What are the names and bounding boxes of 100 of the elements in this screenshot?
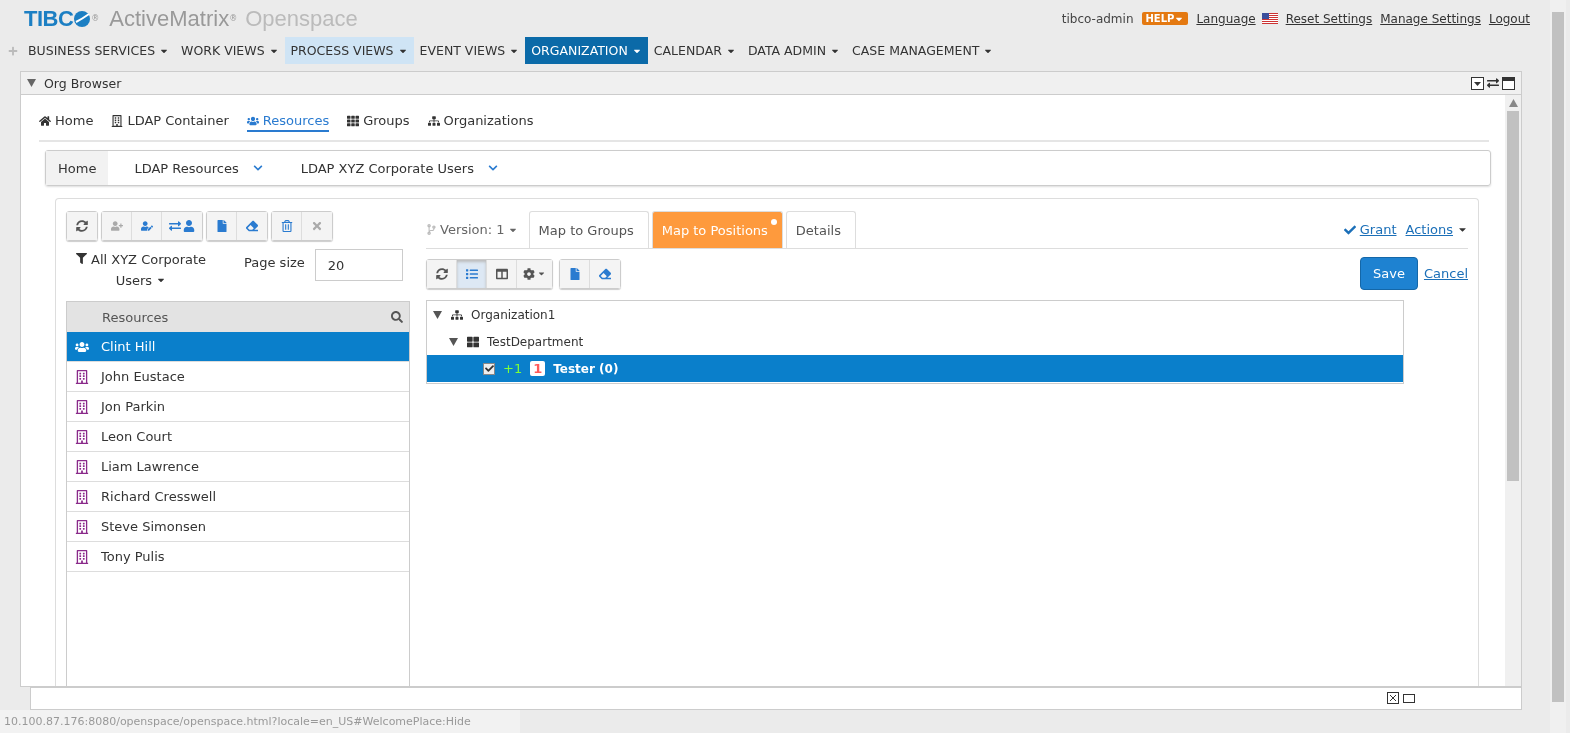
list-icon	[465, 267, 478, 280]
building-icon	[75, 459, 89, 474]
settings-icon	[523, 267, 535, 280]
menu-item[interactable]: DATA ADMIN	[741, 37, 847, 65]
flag-icon	[1261, 13, 1278, 24]
export-button[interactable]	[560, 259, 590, 288]
tree-label: TestDepartment	[487, 334, 584, 349]
refresh-button[interactable]	[67, 212, 97, 241]
columns-icon	[495, 267, 508, 280]
scrollbar[interactable]	[1505, 95, 1521, 686]
header-link[interactable]: Reset Settings	[1285, 11, 1373, 26]
edit-button[interactable]	[132, 212, 162, 241]
columns-button[interactable]	[487, 259, 517, 288]
search-icon[interactable]	[391, 311, 403, 324]
move-button[interactable]	[162, 212, 202, 241]
settings-button[interactable]	[517, 259, 552, 288]
column-header: Resources	[102, 309, 169, 325]
registered-mark: ®	[91, 14, 100, 23]
logo-text: TIBC	[24, 5, 74, 32]
tab[interactable]: Details	[785, 211, 856, 249]
filter-icon	[75, 253, 87, 265]
building-icon	[75, 519, 89, 534]
tab[interactable]: Map to Groups	[528, 211, 649, 249]
added-count: +1	[503, 361, 523, 377]
breadcrumb-item[interactable]: LDAP Resources	[122, 151, 275, 186]
file-icon	[568, 267, 581, 280]
export-button[interactable]	[207, 212, 237, 241]
file-icon	[215, 220, 228, 233]
header-link[interactable]: Logout	[1488, 11, 1530, 26]
product-name: ActiveMatrix	[109, 5, 230, 32]
header-link[interactable]: Manage Settings	[1380, 11, 1481, 26]
scroll-up-icon[interactable]	[1508, 99, 1518, 108]
grid-icon	[347, 114, 360, 127]
clear-button[interactable]	[237, 212, 267, 241]
edit-user-icon	[140, 220, 153, 233]
breadcrumb-item[interactable]: LDAP XYZ Corporate Users	[288, 151, 510, 186]
resource-name: Clint Hill	[101, 339, 156, 355]
users-icon	[75, 339, 89, 354]
refresh-button[interactable]	[427, 259, 457, 288]
tree-row[interactable]: TestDepartment	[427, 328, 1403, 356]
resource-row[interactable]: Clint Hill	[67, 332, 409, 363]
menu-item[interactable]: BUSINESS SERVICES	[22, 37, 176, 65]
maximize-icon[interactable]	[1502, 76, 1515, 90]
resource-name: Tony Pulis	[101, 549, 165, 565]
menu-item[interactable]: ORGANIZATION	[525, 37, 648, 65]
nav-tab[interactable]: Resources	[246, 113, 330, 133]
resource-name: Steve Simonsen	[101, 519, 206, 535]
user-name: tibco-admin	[1061, 11, 1134, 26]
checkbox[interactable]	[483, 362, 495, 375]
menu-item[interactable]: CASE MANAGEMENT	[846, 37, 1000, 65]
refresh-icon	[435, 267, 448, 280]
grid-icon	[467, 335, 479, 348]
resource-name: Richard Cresswell	[101, 489, 217, 505]
header-link[interactable]: Language	[1196, 11, 1278, 26]
resource-name: Jon Parkin	[101, 399, 166, 415]
menu-item[interactable]: CALENDAR	[647, 37, 742, 65]
nav-tab[interactable]: LDAP Container	[111, 113, 229, 133]
home-icon	[39, 114, 51, 127]
expand-caret-icon[interactable]	[449, 337, 458, 347]
grant-link[interactable]: Grant	[1343, 222, 1397, 238]
registered-mark: ®	[229, 14, 238, 23]
save-button[interactable]: Save	[1360, 257, 1418, 291]
window-controls-icon[interactable]	[1387, 692, 1417, 705]
tree-row[interactable]: +1 1 Tester (0)	[427, 355, 1403, 383]
expand-caret-icon[interactable]	[433, 310, 442, 320]
user-icon	[183, 220, 195, 233]
check-icon	[1343, 223, 1356, 236]
version-dropdown[interactable]: Version: 1	[426, 222, 518, 238]
filter-dropdown[interactable]: All XYZ Corporate Users	[66, 249, 216, 292]
collapse-caret-icon[interactable]	[27, 79, 36, 88]
clear-button[interactable]	[590, 259, 620, 288]
eraser-icon	[599, 267, 611, 280]
actions-dropdown[interactable]: Actions	[1405, 222, 1468, 238]
list-button[interactable]	[457, 259, 487, 288]
nav-tab[interactable]: Groups	[347, 113, 410, 133]
cancel-link[interactable]: Cancel	[1423, 266, 1468, 282]
tree-row[interactable]: Organization1	[427, 301, 1403, 329]
users-icon	[246, 114, 259, 127]
page-size-field[interactable]: 20	[314, 249, 403, 282]
building-icon	[75, 399, 89, 414]
tree-label: Organization1	[471, 307, 556, 322]
hierarchy-icon	[451, 308, 463, 321]
swap-arrows-icon[interactable]	[1487, 76, 1499, 89]
add-user-icon	[110, 220, 123, 233]
resource-name: John Eustace	[101, 369, 185, 385]
arrows-user-icon	[169, 220, 181, 233]
dropdown-box-icon[interactable]	[1471, 76, 1484, 90]
tree-label: Tester (0)	[553, 361, 619, 376]
panel-title: Org Browser	[44, 75, 122, 91]
branch-icon	[426, 224, 437, 236]
delete-button[interactable]	[272, 212, 302, 241]
nav-tab[interactable]: Home	[39, 113, 94, 133]
page-scrollbar[interactable]	[1550, 0, 1566, 733]
breadcrumb-item[interactable]: Home	[46, 151, 109, 186]
menu-item[interactable]: EVENT VIEWS	[413, 37, 526, 65]
resource-name: Liam Lawrence	[101, 459, 199, 475]
building-icon	[75, 489, 89, 504]
menu-item[interactable]: PROCESS VIEWS	[284, 37, 414, 65]
nav-tab[interactable]: Organizations	[427, 113, 534, 133]
menu-item[interactable]: WORK VIEWS	[175, 37, 285, 65]
